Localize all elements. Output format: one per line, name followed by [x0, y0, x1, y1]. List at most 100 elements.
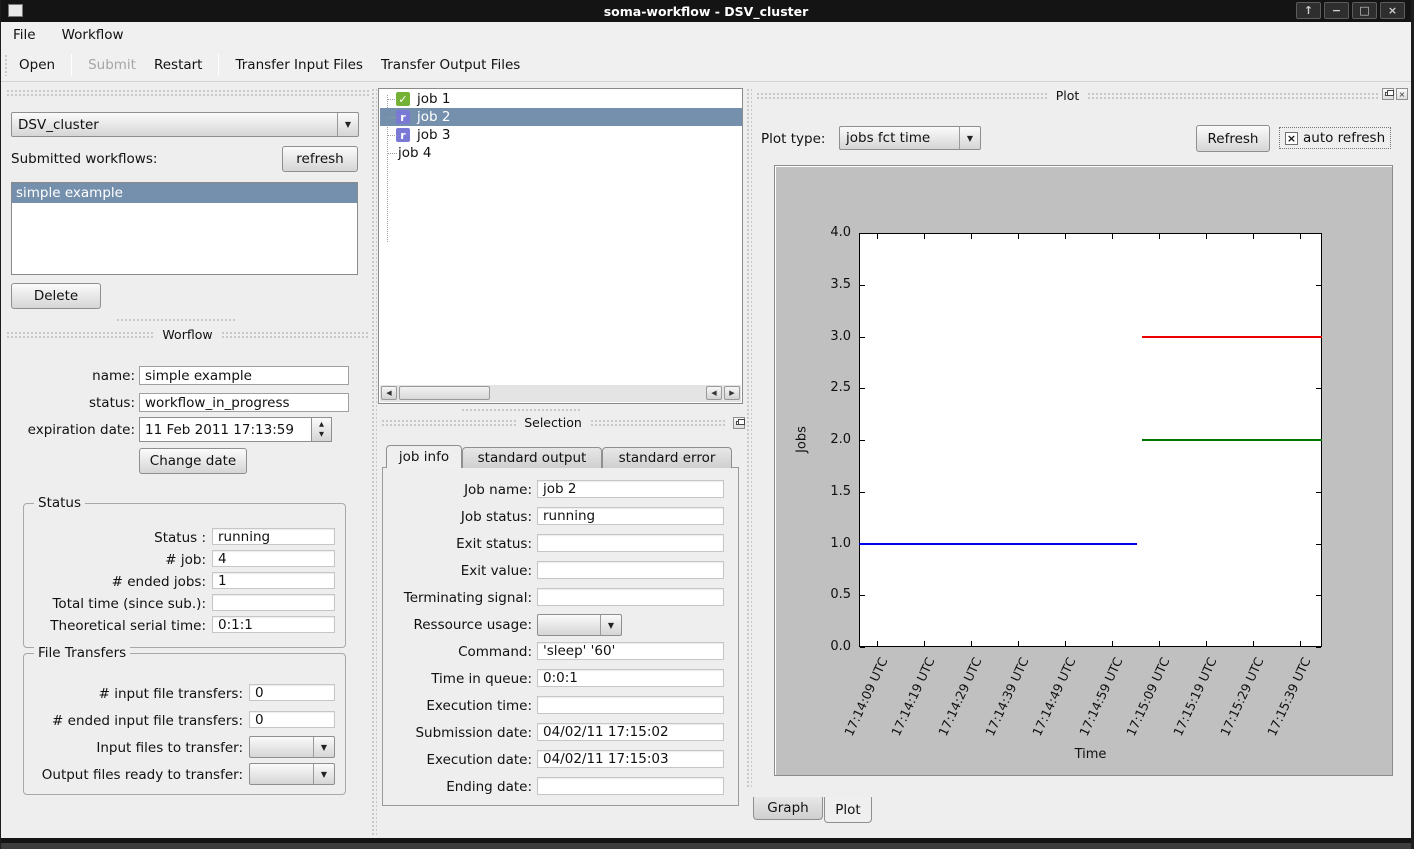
plot-type-select[interactable]: jobs fct time ▼	[839, 126, 981, 150]
job-field-value: 04/02/11 17:15:03	[537, 750, 724, 768]
job-field-value: 0:0:1	[537, 669, 724, 687]
toolbar-open[interactable]: Open	[17, 53, 57, 77]
splitter-left[interactable]	[371, 88, 377, 836]
workflow-dock-handle[interactable]	[116, 318, 236, 323]
job-field-label: Exit value:	[391, 563, 532, 579]
tab-standard-error[interactable]: standard error	[602, 447, 732, 468]
y-tick-mark	[1316, 492, 1321, 493]
group-field-label: Output files ready to transfer:	[30, 767, 243, 783]
group-field-label: Input files to transfer:	[30, 740, 243, 756]
job-field-select[interactable]: ▼	[537, 614, 622, 636]
close-plot-dock-icon[interactable]: ×	[1396, 88, 1408, 100]
y-tick-label: 0.0	[809, 639, 851, 654]
tree-item-job-1[interactable]: ✓job 1	[380, 90, 743, 108]
spinbox-arrows[interactable]: ▲▼	[312, 417, 332, 442]
job-field-label: Command:	[391, 644, 532, 660]
change-date-button[interactable]: Change date	[139, 448, 247, 474]
chevron-down-icon: ▼	[313, 737, 334, 757]
x-tick-mark	[1253, 641, 1254, 646]
tab-standard-output[interactable]: standard output	[462, 447, 602, 468]
y-tick-label: 2.0	[809, 432, 851, 447]
tree-item-job-2[interactable]: rjob 2	[380, 108, 743, 126]
toolbar-restart[interactable]: Restart	[152, 53, 205, 77]
toolbar-transfer-input-files[interactable]: Transfer Input Files	[233, 53, 364, 77]
x-tick-mark	[924, 234, 925, 239]
plot-type-label: Plot type:	[761, 131, 825, 147]
workflow-dock-title-text: Worflow	[162, 327, 212, 342]
chevron-down-icon: ▼	[600, 615, 621, 635]
app-icon	[8, 4, 23, 17]
x-tick-mark	[1300, 234, 1301, 239]
x-tick-mark	[877, 641, 878, 646]
tree-item-label: job 4	[398, 145, 431, 161]
series-line	[1142, 439, 1322, 441]
bottom-tab-graph[interactable]: Graph	[753, 797, 823, 820]
auto-refresh-label: auto refresh	[1303, 130, 1385, 146]
tab-job-info[interactable]: job info	[386, 445, 462, 468]
refresh-workflows-button[interactable]: refresh	[282, 146, 358, 172]
tree-twig	[388, 135, 397, 136]
plot-dock-title-text: Plot	[1056, 88, 1080, 103]
scroll-left-icon[interactable]: ◀	[381, 386, 397, 400]
title-bar[interactable]: soma-workflow - DSV_cluster ↑−□×	[1, 0, 1411, 22]
splitter-right[interactable]	[746, 88, 752, 788]
delete-workflow-button[interactable]: Delete	[11, 283, 101, 309]
workflow-field-value: simple example	[139, 366, 349, 385]
x-tick-mark	[1065, 641, 1066, 646]
y-tick-mark	[860, 492, 865, 493]
plot-canvas[interactable]: 0.00.51.01.52.02.53.03.54.017:14:09 UTC1…	[774, 165, 1393, 776]
group-field-value: 0	[249, 684, 335, 701]
y-tick-label: 2.5	[809, 380, 851, 395]
y-tick-label: 0.5	[809, 587, 851, 602]
toolbar-drag-handle[interactable]	[4, 54, 9, 76]
dock-title-texture	[221, 331, 369, 338]
dock-title-texture	[6, 331, 154, 338]
group-field-select[interactable]: ▼	[249, 763, 335, 785]
float-dock-icon[interactable]	[733, 417, 745, 429]
workflow-list[interactable]: simple example	[11, 182, 358, 275]
job-field-label: Job status:	[391, 509, 532, 525]
selection-dock-handle[interactable]	[461, 408, 581, 413]
group-field-label: Status :	[30, 530, 206, 546]
job-field-label: Ressource usage:	[391, 617, 532, 633]
close-window-icon[interactable]: ×	[1380, 2, 1405, 19]
checkbox-checked-icon[interactable]: ×	[1285, 132, 1298, 145]
group-field-label: # job:	[30, 552, 206, 568]
y-tick-mark	[1316, 647, 1321, 648]
x-tick-mark	[1018, 234, 1019, 239]
job-field-label: Job name:	[391, 482, 532, 498]
left-dock-handle[interactable]	[6, 89, 369, 96]
auto-refresh-toggle[interactable]: × auto refresh	[1279, 127, 1391, 149]
job-tree[interactable]: ◀ ◀ ▶ ✓job 1rjob 2rjob 3job 4	[378, 88, 743, 404]
y-tick-mark	[1316, 595, 1321, 596]
spin-down-icon[interactable]: ▼	[319, 430, 324, 439]
scrollbar-thumb[interactable]	[399, 386, 490, 400]
scroll-right-icon[interactable]: ▶	[724, 386, 740, 400]
bottom-tab-plot[interactable]: Plot	[824, 797, 872, 823]
tree-item-label: job 1	[417, 91, 450, 107]
plot-refresh-button[interactable]: Refresh	[1196, 125, 1270, 152]
y-tick-mark	[860, 337, 865, 338]
scroll-left2-icon[interactable]: ◀	[706, 386, 722, 400]
expiration-date-value[interactable]: 11 Feb 2011 17:13:59	[139, 417, 312, 442]
minimize-window-icon[interactable]: −	[1324, 2, 1349, 19]
shade-window-icon[interactable]: ↑	[1296, 2, 1321, 19]
group-field-select[interactable]: ▼	[249, 736, 335, 758]
tree-item-job-4[interactable]: job 4	[380, 144, 743, 162]
resource-select[interactable]: DSV_cluster ▼	[11, 112, 359, 137]
float-plot-dock-icon[interactable]	[1382, 88, 1394, 100]
tree-item-job-3[interactable]: rjob 3	[380, 126, 743, 144]
x-tick-mark	[1300, 641, 1301, 646]
toolbar-transfer-output-files[interactable]: Transfer Output Files	[379, 53, 522, 77]
list-item[interactable]: simple example	[12, 183, 357, 203]
expiration-date-spinbox[interactable]: 11 Feb 2011 17:13:59 ▲▼	[139, 417, 332, 442]
menu-file[interactable]: File	[11, 23, 38, 47]
y-tick-label: 1.0	[809, 536, 851, 551]
x-axis-label: Time	[1041, 747, 1141, 762]
maximize-window-icon[interactable]: □	[1352, 2, 1377, 19]
menu-workflow[interactable]: Workflow	[60, 23, 126, 47]
h-scrollbar[interactable]: ◀ ◀ ▶	[380, 385, 741, 402]
spin-up-icon[interactable]: ▲	[319, 420, 324, 429]
job-field-label: Ending date:	[391, 779, 532, 795]
y-tick-mark	[860, 233, 865, 234]
